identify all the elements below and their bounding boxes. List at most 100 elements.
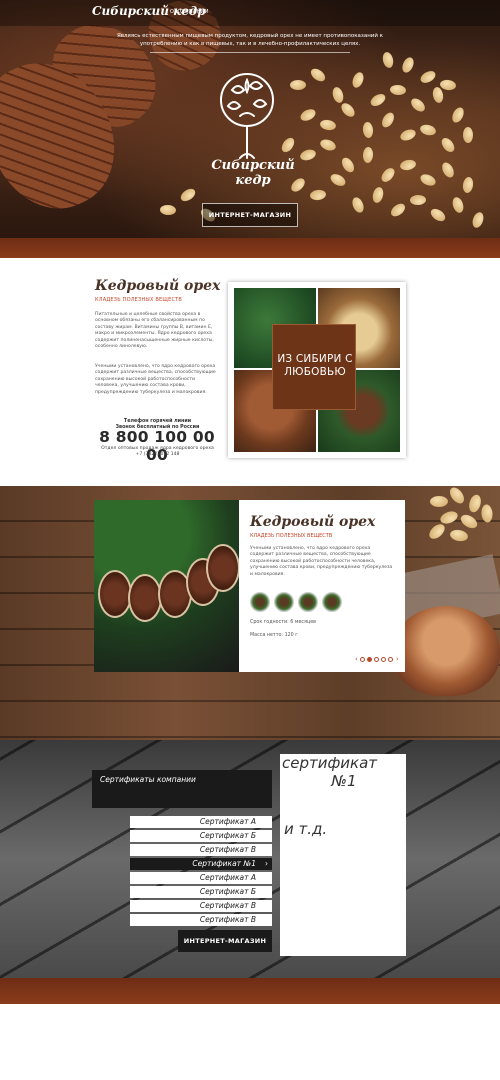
pine-nut (439, 160, 457, 180)
product-shelf-life: Срок годности: 6 месяцев (250, 620, 316, 625)
pine-nut (318, 137, 338, 153)
nav-link-about[interactable]: О КОМПАНИИ (170, 9, 209, 15)
product-thumbnail[interactable] (250, 592, 270, 612)
certificate-item[interactable]: Сертификат Б (130, 830, 272, 842)
pine-nut (426, 521, 448, 542)
top-navigation-bar (0, 0, 500, 26)
slider-dot[interactable] (388, 657, 393, 662)
pine-nut (418, 123, 438, 137)
brand-name: Сибирский кедр (211, 158, 295, 188)
pine-nut (368, 91, 388, 109)
pine-nut (439, 135, 457, 155)
pine-nut (378, 165, 398, 185)
about-section: Кедровый орех КЛАДЕЗЬ ПОЛЕЗНЫХ ВЕЩЕСТВ П… (0, 258, 500, 486)
certificate-preview-label: сертификат (282, 754, 378, 772)
pine-nut (350, 70, 366, 90)
cedar-tree-logo-icon (220, 73, 274, 159)
slider-dot[interactable] (374, 657, 379, 662)
product-thumbnail[interactable] (298, 592, 318, 612)
about-subtitle: КЛАДЕЗЬ ПОЛЕЗНЫХ ВЕЩЕСТВ (95, 297, 183, 303)
pine-nut (458, 512, 480, 531)
pine-nut (159, 204, 177, 216)
wholesale-contact: Отдел оптовых продаж ядра кедрового орех… (95, 446, 220, 458)
about-paragraph: Учеными установлено, что ядро кедрового … (95, 364, 216, 395)
pine-nut (431, 86, 445, 104)
page-bottom (0, 1004, 500, 1080)
certificate-item-label: Сертификат В (199, 915, 256, 924)
pine-nut (328, 171, 348, 189)
nut-bowl-image (392, 606, 500, 696)
slider-dot[interactable] (360, 657, 365, 662)
chevron-right-icon: › (265, 859, 268, 868)
online-shop-button[interactable]: ИНТЕРНЕТ-МАГАЗИН (202, 203, 298, 227)
online-shop-button[interactable]: ИНТЕРНЕТ-МАГАЗИН (178, 930, 272, 952)
certificate-item[interactable]: Сертификат В (130, 900, 272, 912)
slider-dot[interactable] (367, 657, 372, 662)
pine-nut (398, 127, 418, 143)
pine-nut (371, 186, 385, 204)
slider-dot[interactable] (381, 657, 386, 662)
slider-next-arrow-icon[interactable]: › (396, 655, 399, 663)
certificate-item-label: Сертификат №1 (192, 859, 256, 868)
about-paragraph: Питательные и целебные свойства ореха в … (95, 312, 214, 350)
product-title: Кедровый орех (250, 514, 376, 530)
pine-nut (409, 194, 427, 206)
hero-section: Сибирский кедр О КОМПАНИИ Являясь естест… (0, 0, 500, 240)
sausage-slice (98, 570, 132, 618)
certificate-item[interactable]: Сертификат В (130, 844, 272, 856)
pine-nut (449, 528, 469, 543)
pine-nut (389, 84, 407, 96)
wholesale-phone[interactable]: +7 (3822) 012 148 (95, 452, 220, 458)
product-thumbnail[interactable] (322, 592, 342, 612)
product-section: Кедровый орех КЛАДЕЗЬ ПОЛЕЗНЫХ ВЕЩЕСТВ У… (0, 485, 500, 740)
certificate-item[interactable]: Сертификат А (130, 872, 272, 884)
pine-nut (338, 100, 358, 120)
pine-nuts-image (420, 485, 500, 546)
pine-nut (430, 496, 448, 507)
certificate-preview-panel: сертификат №1 и т.д. (280, 754, 406, 956)
pine-nut (379, 110, 397, 130)
certificate-item-label: Сертификат А (199, 817, 256, 826)
product-description: Учеными установлено, что ядро кедрового … (250, 546, 393, 577)
pine-nut (447, 485, 467, 506)
certificate-item[interactable]: Сертификат А (130, 816, 272, 828)
pine-nut (408, 95, 428, 115)
certificates-section: Сертификаты компании Сертификат А Сертифи… (0, 740, 500, 978)
photo-collage: ИЗ СИБИРИ С ЛЮБОВЬЮ (228, 282, 406, 458)
certificate-item-label: Сертификат В (199, 845, 256, 854)
certificate-preview-more: и т.д. (284, 820, 328, 838)
pine-nut (339, 155, 357, 175)
certificate-item-label: Сертификат Б (199, 831, 256, 840)
pine-nut (309, 189, 327, 201)
about-title: Кедровый орех (95, 278, 221, 294)
pine-nut (400, 55, 416, 75)
pine-nut (350, 195, 366, 215)
certificate-preview-title: сертификат №1 (282, 754, 406, 790)
certificates-header-label: Сертификаты компании (100, 775, 196, 784)
certificate-item[interactable]: Сертификат Б (130, 886, 272, 898)
certificate-item-active[interactable]: Сертификат №1 › (130, 858, 272, 870)
pine-nut (418, 172, 438, 188)
pine-nut (330, 85, 346, 105)
certificate-item[interactable]: Сертификат В (130, 914, 272, 926)
hero-description: Являясь естественным пищевым продуктом, … (116, 33, 384, 47)
sausage-slice (206, 544, 239, 592)
pine-nut (462, 126, 474, 144)
pine-nut (388, 201, 408, 219)
certificate-item-label: Сертификат Б (199, 887, 256, 896)
collage-caption-box: ИЗ СИБИРИ С ЛЮБОВЬЮ (272, 324, 356, 410)
pine-nut (480, 504, 494, 523)
product-thumbnail[interactable] (274, 592, 294, 612)
certificate-item-label: Сертификат В (199, 901, 256, 910)
pine-nut (381, 51, 395, 69)
certificate-preview-number: №1 (331, 772, 357, 790)
pine-nut (461, 176, 475, 194)
pine-nut (418, 68, 438, 86)
slider-prev-arrow-icon[interactable]: ‹ (355, 655, 358, 663)
product-weight: Масса нетто: 120 г (250, 633, 298, 638)
pine-nut (290, 80, 306, 90)
certificates-header: Сертификаты компании (92, 770, 272, 808)
product-card: Кедровый орех КЛАДЕЗЬ ПОЛЕЗНЫХ ВЕЩЕСТВ У… (94, 500, 405, 672)
product-photo (94, 500, 239, 672)
pine-nut (298, 106, 318, 124)
